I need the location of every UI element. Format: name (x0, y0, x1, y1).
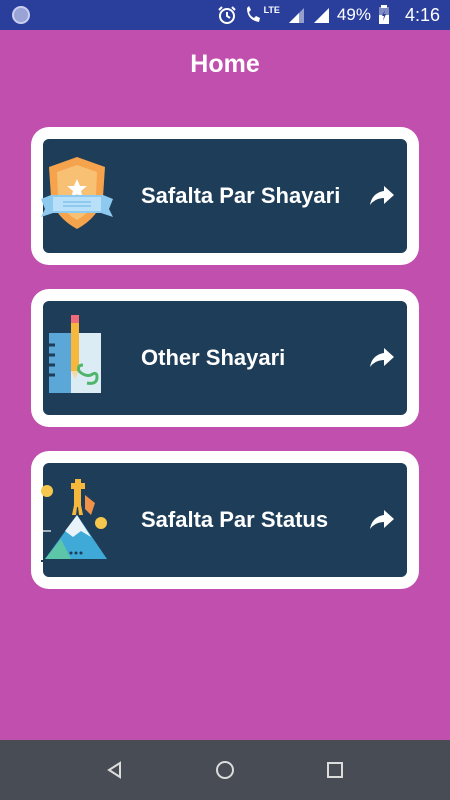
menu-card-other-shayari[interactable]: Other Shayari (31, 289, 419, 427)
home-button[interactable] (205, 750, 245, 790)
share-arrow-icon[interactable] (369, 183, 395, 207)
back-icon (107, 761, 121, 779)
app-notification-icon (12, 6, 30, 24)
card-inner: Safalta Par Status (41, 463, 407, 577)
share-arrow-icon[interactable] (369, 345, 395, 369)
mountain-success-icon (41, 479, 107, 562)
battery-icon (378, 5, 390, 25)
card-label: Safalta Par Shayari (141, 183, 341, 208)
home-icon (216, 761, 234, 779)
signal-icon-2 (312, 6, 330, 24)
shield-badge-icon (41, 157, 113, 229)
notebook-pencil-icon (43, 315, 101, 393)
recents-icon (327, 762, 343, 778)
card-label: Safalta Par Status (141, 507, 329, 532)
menu-card-safalta-par-shayari[interactable]: Safalta Par Shayari (31, 127, 419, 265)
status-bar: LTE 49% 4:16 (0, 0, 450, 30)
status-left (12, 6, 30, 24)
alarm-icon (217, 5, 237, 25)
menu-card-safalta-par-status[interactable]: Safalta Par Status (31, 451, 419, 589)
signal-icon (287, 6, 305, 24)
card-inner: Safalta Par Shayari (41, 139, 407, 253)
navigation-bar (0, 740, 450, 800)
share-arrow-icon[interactable] (369, 507, 395, 531)
back-button[interactable] (95, 750, 135, 790)
status-right: LTE 49% 4:16 (217, 5, 440, 26)
battery-percentage: 49% (336, 5, 371, 24)
page-title: Home (190, 50, 260, 78)
card-inner: Other Shayari (43, 301, 407, 415)
card-label: Other Shayari (141, 345, 286, 370)
network-label: LTE (263, 5, 280, 15)
recents-button[interactable] (315, 750, 355, 790)
clock: 4:16 (404, 4, 440, 25)
phone-lte-icon: LTE (244, 5, 280, 25)
